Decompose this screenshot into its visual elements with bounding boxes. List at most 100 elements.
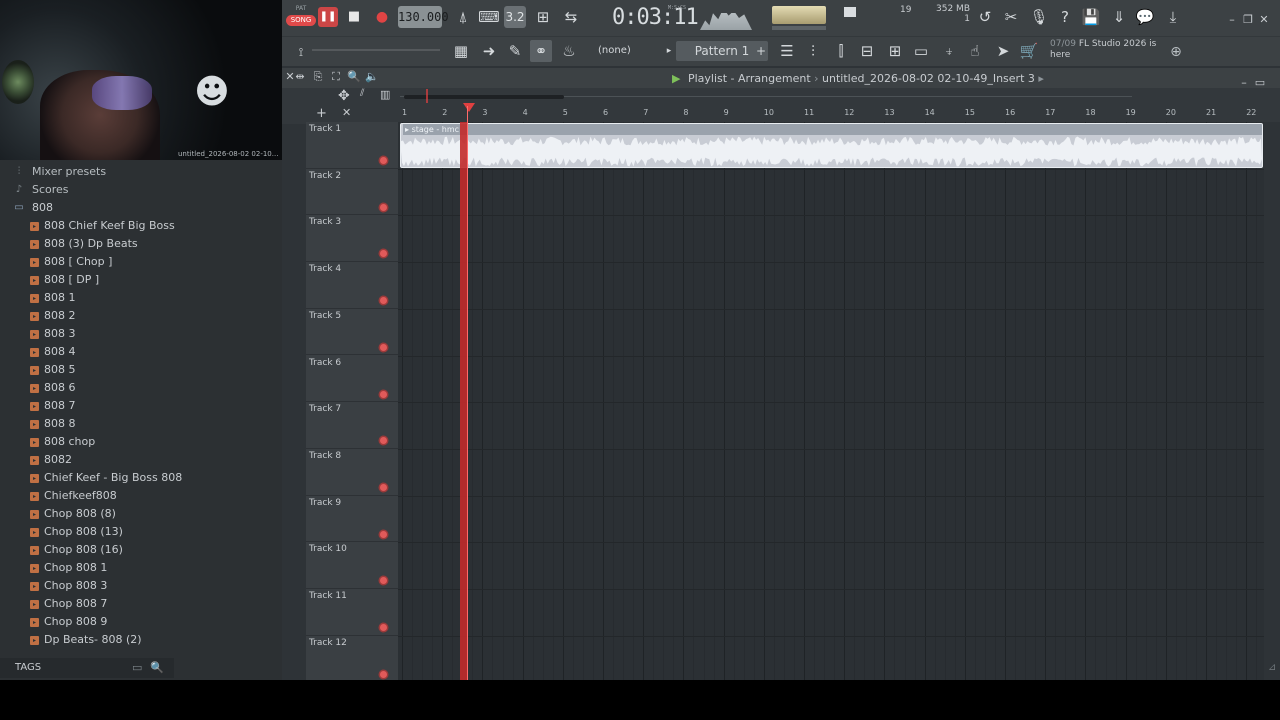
link-icon[interactable]: ⚭ — [530, 40, 552, 62]
zoom-icon[interactable]: 🔍 — [346, 70, 362, 83]
browser-file-item[interactable]: ▸ Chop 808 (8) — [0, 505, 174, 523]
browser-file-item[interactable]: ▸ 808 (3) Dp Beats — [0, 235, 174, 253]
browser-file-item[interactable]: ▸ 808 chop — [0, 433, 174, 451]
browser-folder-item[interactable]: ⫶ Mixer presets — [0, 163, 174, 181]
browser-file-item[interactable]: ▸ 808 5 — [0, 361, 174, 379]
search-icon[interactable]: 🔍 — [150, 658, 164, 678]
speaker-icon[interactable]: 🔈 — [364, 70, 380, 83]
track-header[interactable]: Track 9 — [306, 496, 398, 543]
zoom-corner-icon[interactable]: ⊿ — [1268, 662, 1276, 673]
countdown-icon[interactable]: 3.2 — [504, 6, 526, 28]
track-mute-button[interactable] — [380, 670, 387, 678]
track-mute-button[interactable] — [380, 297, 387, 305]
track-mute-button[interactable] — [380, 203, 387, 211]
pat-song-toggle[interactable]: PAT SONG — [286, 5, 316, 31]
track-header[interactable]: Track 8 — [306, 449, 398, 496]
track-header[interactable]: Track 2 — [306, 169, 398, 216]
browser-file-item[interactable]: ▸ Chop 808 (16) — [0, 541, 174, 559]
track-header[interactable]: Track 10 — [306, 542, 398, 589]
track-header[interactable]: Track 7 — [306, 402, 398, 449]
scroll-thumb[interactable] — [404, 95, 564, 99]
news-ticker[interactable]: 07/09 FL Studio 2026 is here — [1050, 39, 1160, 65]
playlist-icon[interactable]: ☰ — [776, 40, 798, 62]
grid-icon[interactable]: ▥ — [380, 88, 390, 101]
restore-icon[interactable]: ❐ — [1240, 13, 1256, 26]
track-mute-button[interactable] — [380, 483, 387, 491]
record-button[interactable]: ● — [372, 7, 392, 27]
browser-file-item[interactable]: ▸ Chiefkeef808 — [0, 487, 174, 505]
master-volume-slider[interactable] — [772, 6, 826, 24]
metronome-icon[interactable]: ⍋ — [452, 6, 474, 28]
chat-icon[interactable]: 💬 — [1134, 6, 1156, 28]
cart-icon[interactable]: 🛒 — [1018, 40, 1040, 62]
browser-file-item[interactable]: ▸ 808 3 — [0, 325, 174, 343]
track-header[interactable]: Track 4 — [306, 262, 398, 309]
browser-file-item[interactable]: ▸ 808 8 — [0, 415, 174, 433]
tool-pin-icon[interactable]: ⟟ — [290, 41, 312, 63]
tools-icon[interactable]: ✂ — [1000, 6, 1022, 28]
send-icon[interactable]: ➤ — [992, 40, 1014, 62]
download-icon[interactable]: ⤓ — [1162, 6, 1184, 28]
loop-record-icon[interactable]: ⇆ — [560, 6, 582, 28]
browser-file-item[interactable]: ▸ Chop 808 9 — [0, 613, 174, 631]
remove-icon[interactable]: ✕ — [342, 106, 351, 119]
track-mute-button[interactable] — [380, 530, 387, 538]
save-icon[interactable]: 💾 — [1080, 6, 1102, 28]
browser-file-item[interactable]: ▸ 808 Chief Keef Big Boss — [0, 217, 175, 235]
track-header[interactable]: Track 12 — [306, 636, 398, 683]
channel-rack-icon[interactable]: ⫶ — [802, 40, 824, 62]
track-mute-button[interactable] — [380, 250, 387, 258]
track-mute-button[interactable] — [380, 437, 387, 445]
minimize-icon[interactable]: – — [1224, 13, 1240, 26]
mixer-icon[interactable]: ⫿ — [830, 40, 852, 62]
select-icon[interactable]: ⎘ — [310, 70, 326, 84]
globe-icon[interactable]: ⊕ — [1166, 42, 1186, 62]
microphone-icon[interactable]: 🎙 — [1028, 6, 1050, 28]
browser-folder-item[interactable]: ▭ 808 — [0, 199, 174, 217]
arrows-icon[interactable]: ⇹ — [292, 70, 308, 83]
arrangement-grid[interactable] — [398, 122, 1264, 680]
step-edit-icon[interactable]: ⊞ — [532, 6, 554, 28]
close-icon[interactable]: ✕ — [1256, 13, 1272, 26]
browser-file-item[interactable]: ▸ 808 [ DP ] — [0, 271, 174, 289]
play-icon[interactable]: ▶ — [672, 72, 680, 85]
playlist-hscroll[interactable] — [400, 92, 1132, 102]
help-icon[interactable]: ? — [1054, 6, 1076, 28]
timeline-ruler[interactable]: 1 2 3 4 5 6 7 8 9 10 11 12 13 14 15 16 17 18 19 20 21 22 — [398, 106, 1264, 122]
loop-start-marker[interactable] — [426, 89, 428, 103]
playhead-marker[interactable] — [463, 103, 475, 112]
undo-icon[interactable]: ↺ — [974, 6, 996, 28]
track-mute-button[interactable] — [380, 343, 387, 351]
browser-file-item[interactable]: ▸ Chop 808 (13) — [0, 523, 174, 541]
browser-file-item[interactable]: ▸ Chop 808 7 — [0, 595, 174, 613]
plugin-icon[interactable]: ⍖ — [938, 40, 960, 62]
file-icon[interactable]: ▭ — [910, 40, 932, 62]
pin-icon[interactable]: ⫽ — [360, 88, 364, 99]
add-track-icon[interactable]: + — [316, 106, 327, 121]
draw-icon[interactable]: ✎ — [504, 40, 526, 62]
channel-icon[interactable]: ⊟ — [856, 40, 878, 62]
track-mute-button[interactable] — [380, 624, 387, 631]
browser-folder-item[interactable]: ♪ Scores — [0, 181, 174, 199]
pause-button[interactable]: ❚❚ — [318, 7, 338, 27]
touch-icon[interactable]: ☝ — [964, 40, 986, 62]
track-mute-button[interactable] — [380, 577, 387, 585]
track-header[interactable]: Track 3 — [306, 215, 398, 263]
wait-for-input-icon[interactable]: ⌨ — [478, 6, 500, 28]
tempo-display[interactable]: 130.000 — [398, 6, 449, 28]
browser-file-item[interactable]: ▸ 808 2 — [0, 307, 174, 325]
browser-file-item[interactable]: ▸ Chop 808 1 — [0, 559, 174, 577]
render-icon[interactable]: ⇓ — [1108, 6, 1130, 28]
browser-file-item[interactable]: ▸ 808 4 — [0, 343, 174, 361]
mask-icon[interactable]: ♨ — [558, 40, 580, 62]
browser-file-item[interactable]: ▸ Chief Keef - Big Boss 808 — [0, 469, 182, 487]
track-mute-button[interactable] — [380, 157, 387, 164]
browser-file-item[interactable]: ▸ Dp Beats- 808 (2) — [0, 631, 174, 649]
browser-file-item[interactable]: ▸ Chop 808 3 — [0, 577, 174, 595]
arrow-icon[interactable]: ➜ — [478, 40, 500, 62]
browser-file-item[interactable]: ▸ 808 6 — [0, 379, 174, 397]
stop-button[interactable]: ■ — [344, 7, 364, 27]
browser-file-item[interactable]: ▸ 808 1 — [0, 289, 174, 307]
fullscreen-icon[interactable]: ⛶ — [328, 70, 344, 84]
snap-select[interactable]: (none) — [598, 43, 658, 59]
